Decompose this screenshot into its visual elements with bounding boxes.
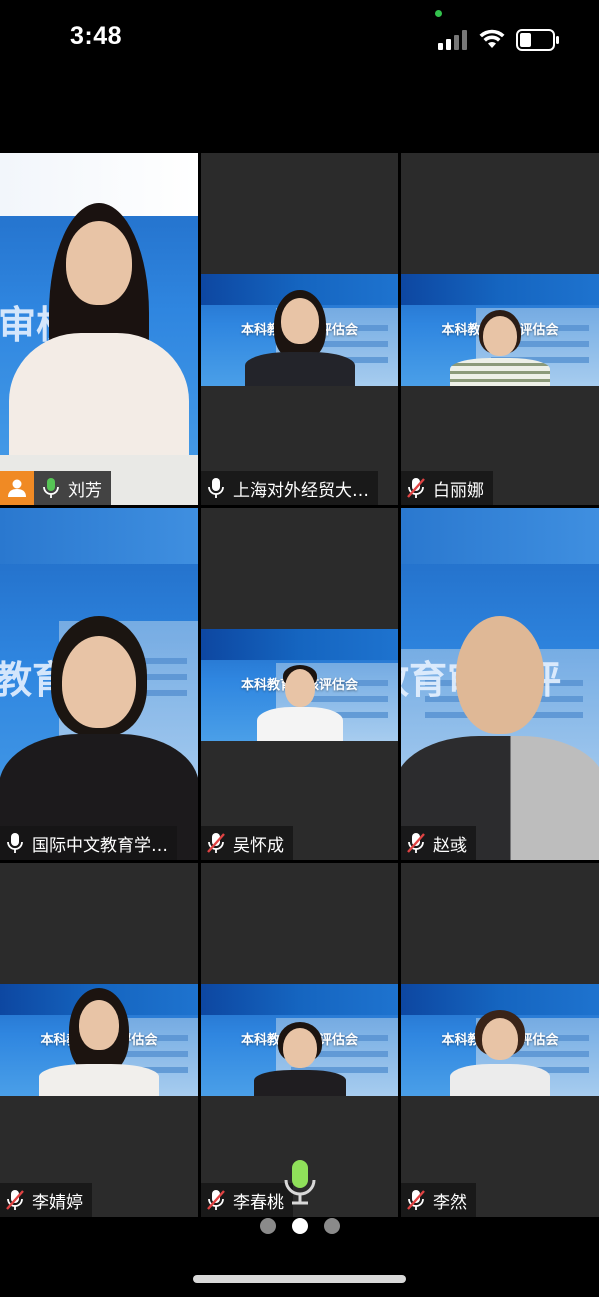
page-indicator[interactable]: [0, 1218, 599, 1238]
participant-name-tag: 赵彧: [401, 826, 476, 860]
participant-video: [255, 665, 345, 741]
participant-name: 李然: [433, 1192, 467, 1213]
video-grid: 育审核评 刘芳 本科教育审核评估会: [0, 153, 599, 1217]
participant-name-tag: 李春桃: [201, 1183, 293, 1217]
video-feed: 本科教育审核评估会: [201, 629, 398, 741]
participant-name: 李春桃: [233, 1192, 284, 1213]
participant-video: [244, 290, 355, 386]
participant-name-tag: 刘芳: [0, 471, 111, 505]
mic-active-icon: [43, 478, 59, 498]
participant-name-tag: 上海对外经贸大…: [201, 471, 378, 505]
video-feed: 育审核评: [0, 153, 198, 505]
video-feed: 本科教育审核评估会: [0, 984, 198, 1096]
mic-icon: [7, 833, 23, 853]
page-dot-current[interactable]: [291, 1218, 308, 1234]
active-speaker-mic-icon[interactable]: [283, 1158, 317, 1206]
participant-name-tag: 白丽娜: [401, 471, 493, 505]
video-tile[interactable]: 本科教育审核评估会 白丽娜: [401, 153, 599, 505]
video-tile[interactable]: 教育审核评 赵彧: [401, 508, 599, 860]
video-tile-active-speaker[interactable]: 育审核评 刘芳: [0, 153, 198, 505]
participant-name-tag: 李然: [401, 1183, 476, 1217]
video-feed: 教育: [0, 508, 198, 860]
participant-video: [450, 1010, 550, 1096]
privacy-indicator: [435, 10, 442, 17]
status-bar: 3:48: [0, 0, 599, 80]
mic-icon: [208, 478, 224, 498]
signal-icon: [438, 30, 467, 50]
wifi-icon: [479, 29, 505, 48]
participant-name: 上海对外经贸大…: [233, 480, 369, 501]
video-feed: 本科教育审核评估会: [401, 984, 599, 1096]
participant-video: [0, 616, 198, 860]
participant-name: 李婧婷: [32, 1192, 83, 1213]
status-time: 3:48: [70, 22, 123, 50]
mic-muted-icon: [407, 1190, 425, 1210]
participant-name-tag: 国际中文教育学…: [0, 826, 177, 860]
participant-name: 刘芳: [68, 480, 102, 501]
video-tile[interactable]: 本科教育审核评估会 上海对外经贸大…: [201, 153, 398, 505]
participant-name: 白丽娜: [433, 480, 484, 501]
mic-muted-icon: [207, 1190, 225, 1210]
participant-video: [401, 616, 599, 860]
participant-video: [445, 310, 555, 386]
participant-name: 国际中文教育学…: [32, 835, 168, 856]
host-icon: [0, 471, 34, 505]
mic-muted-icon: [6, 1190, 24, 1210]
participant-name: 赵彧: [433, 835, 467, 856]
participant-name-tag: 吴怀成: [201, 826, 293, 860]
video-feed: 本科教育审核评估会: [201, 274, 398, 386]
participant-name: 吴怀成: [233, 835, 284, 856]
participant-video: [252, 1022, 348, 1096]
participant-video: [39, 988, 159, 1096]
video-tile[interactable]: 本科教育审核评估会 吴怀成: [201, 508, 398, 860]
video-feed: 本科教育审核评估会: [401, 274, 599, 386]
home-indicator[interactable]: [193, 1275, 406, 1283]
video-feed: 教育审核评: [401, 508, 599, 860]
mic-muted-icon: [407, 833, 425, 853]
participant-name-tag: 李婧婷: [0, 1183, 92, 1217]
page-dot[interactable]: [259, 1218, 276, 1234]
battery-icon: [516, 29, 559, 51]
mic-muted-icon: [407, 478, 425, 498]
page-dot[interactable]: [323, 1218, 340, 1234]
video-tile[interactable]: 本科教育审核评估会 李婧婷: [0, 863, 198, 1217]
mic-muted-icon: [207, 833, 225, 853]
video-feed: 本科教育审核评估会: [201, 984, 398, 1096]
video-tile[interactable]: 本科教育审核评估会 李然: [401, 863, 599, 1217]
video-tile[interactable]: 教育 国际中文教育学…: [0, 508, 198, 860]
